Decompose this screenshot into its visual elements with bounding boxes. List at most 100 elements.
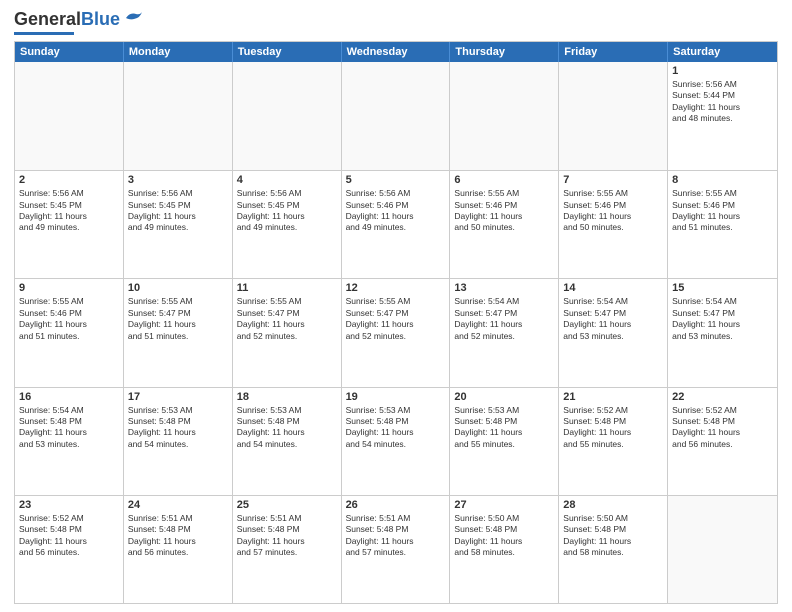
day-number: 5 [346, 174, 446, 186]
day-cell-2: 2Sunrise: 5:56 AMSunset: 5:45 PMDaylight… [15, 171, 124, 278]
day-cell-26: 26 Sunrise: 5:51 AMSunset: 5:48 PMDayligh… [342, 496, 451, 603]
day-cell-empty [450, 62, 559, 170]
day-cell-6: 6Sunrise: 5:55 AMSunset: 5:46 PMDaylight… [450, 171, 559, 278]
day-info: Sunrise: 5:54 AMSunset: 5:47 PMDaylight:… [454, 296, 554, 342]
weekday-header-monday: Monday [124, 42, 233, 62]
day-cell-10: 10 Sunrise: 5:55 AMSunset: 5:47 PMDayligh… [124, 279, 233, 386]
calendar-header: SundayMondayTuesdayWednesdayThursdayFrid… [15, 42, 777, 62]
day-number: 20 [454, 391, 554, 403]
day-number: 9 [19, 282, 119, 294]
weekday-header-sunday: Sunday [15, 42, 124, 62]
day-number: 1 [672, 65, 773, 77]
logo-bird-icon [122, 10, 144, 26]
day-info: Sunrise: 5:54 AMSunset: 5:48 PMDaylight:… [19, 405, 119, 451]
calendar-row-1: 1 Sunrise: 5:56 AMSunset: 5:44 PMDaylight… [15, 62, 777, 170]
day-number: 13 [454, 282, 554, 294]
day-info: Sunrise: 5:56 AMSunset: 5:45 PMDaylight:… [237, 188, 337, 234]
weekday-header-thursday: Thursday [450, 42, 559, 62]
day-cell-empty [559, 62, 668, 170]
day-cell-11: 11 Sunrise: 5:55 AMSunset: 5:47 PMDayligh… [233, 279, 342, 386]
day-number: 12 [346, 282, 446, 294]
day-cell-empty [124, 62, 233, 170]
weekday-header-saturday: Saturday [668, 42, 777, 62]
day-info: Sunrise: 5:50 AMSunset: 5:48 PMDaylight:… [563, 513, 663, 559]
weekday-header-wednesday: Wednesday [342, 42, 451, 62]
day-cell-17: 17 Sunrise: 5:53 AMSunset: 5:48 PMDayligh… [124, 388, 233, 495]
day-info: Sunrise: 5:52 AMSunset: 5:48 PMDaylight:… [672, 405, 773, 451]
day-info: Sunrise: 5:53 AMSunset: 5:48 PMDaylight:… [454, 405, 554, 451]
day-cell-28: 28 Sunrise: 5:50 AMSunset: 5:48 PMDayligh… [559, 496, 668, 603]
day-number: 2 [19, 174, 119, 186]
day-number: 16 [19, 391, 119, 403]
day-cell-22: 22 Sunrise: 5:52 AMSunset: 5:48 PMDayligh… [668, 388, 777, 495]
page: GeneralBlue SundayMondayTuesdayWednesday… [0, 0, 792, 612]
day-cell-7: 7 Sunrise: 5:55 AMSunset: 5:46 PMDaylight… [559, 171, 668, 278]
day-info: Sunrise: 5:55 AMSunset: 5:46 PMDaylight:… [19, 296, 119, 342]
day-number: 3 [128, 174, 228, 186]
weekday-header-friday: Friday [559, 42, 668, 62]
day-info: Sunrise: 5:54 AMSunset: 5:47 PMDaylight:… [672, 296, 773, 342]
day-number: 18 [237, 391, 337, 403]
day-number: 26 [346, 499, 446, 511]
day-info: Sunrise: 5:55 AMSunset: 5:47 PMDaylight:… [128, 296, 228, 342]
day-cell-15: 15 Sunrise: 5:54 AMSunset: 5:47 PMDayligh… [668, 279, 777, 386]
day-number: 7 [563, 174, 663, 186]
calendar-body: 1 Sunrise: 5:56 AMSunset: 5:44 PMDaylight… [15, 62, 777, 603]
day-cell-3: 3 Sunrise: 5:56 AMSunset: 5:45 PMDaylight… [124, 171, 233, 278]
day-info: Sunrise: 5:53 AMSunset: 5:48 PMDaylight:… [128, 405, 228, 451]
day-cell-14: 14 Sunrise: 5:54 AMSunset: 5:47 PMDayligh… [559, 279, 668, 386]
day-cell-27: 27 Sunrise: 5:50 AMSunset: 5:48 PMDayligh… [450, 496, 559, 603]
day-cell-20: 20 Sunrise: 5:53 AMSunset: 5:48 PMDayligh… [450, 388, 559, 495]
day-info: Sunrise: 5:52 AMSunset: 5:48 PMDaylight:… [563, 405, 663, 451]
day-info: Sunrise: 5:55 AMSunset: 5:46 PMDaylight:… [563, 188, 663, 234]
day-info: Sunrise: 5:52 AMSunset: 5:48 PMDaylight:… [19, 513, 119, 559]
header: GeneralBlue [14, 10, 778, 35]
calendar-row-4: 16 Sunrise: 5:54 AMSunset: 5:48 PMDayligh… [15, 387, 777, 495]
day-info: Sunrise: 5:56 AMSunset: 5:46 PMDaylight:… [346, 188, 446, 234]
day-cell-21: 21Sunrise: 5:52 AMSunset: 5:48 PMDayligh… [559, 388, 668, 495]
day-cell-5: 5 Sunrise: 5:56 AMSunset: 5:46 PMDaylight… [342, 171, 451, 278]
day-info: Sunrise: 5:54 AMSunset: 5:47 PMDaylight:… [563, 296, 663, 342]
logo-blue: Blue [81, 9, 120, 29]
logo-text: GeneralBlue [14, 10, 120, 30]
day-info: Sunrise: 5:55 AMSunset: 5:47 PMDaylight:… [237, 296, 337, 342]
day-cell-4: 4 Sunrise: 5:56 AMSunset: 5:45 PMDaylight… [233, 171, 342, 278]
day-info: Sunrise: 5:56 AMSunset: 5:45 PMDaylight:… [128, 188, 228, 234]
logo-underline [14, 32, 74, 35]
calendar-row-2: 2 Sunrise: 5:56 AMSunset: 5:45 PMDaylight… [15, 170, 777, 278]
day-cell-18: 18 Sunrise: 5:53 AMSunset: 5:48 PMDayligh… [233, 388, 342, 495]
day-number: 27 [454, 499, 554, 511]
day-number: 10 [128, 282, 228, 294]
day-info: Sunrise: 5:51 AMSunset: 5:48 PMDaylight:… [237, 513, 337, 559]
day-number: 8 [672, 174, 773, 186]
logo: GeneralBlue [14, 10, 144, 35]
day-cell-empty [233, 62, 342, 170]
day-info: Sunrise: 5:56 AMSunset: 5:44 PMDaylight:… [672, 79, 773, 125]
day-number: 15 [672, 282, 773, 294]
day-cell-13: 13 Sunrise: 5:54 AMSunset: 5:47 PMDayligh… [450, 279, 559, 386]
day-info: Sunrise: 5:53 AMSunset: 5:48 PMDaylight:… [237, 405, 337, 451]
day-info: Sunrise: 5:51 AMSunset: 5:48 PMDaylight:… [346, 513, 446, 559]
day-info: Sunrise: 5:53 AMSunset: 5:48 PMDaylight:… [346, 405, 446, 451]
day-cell-empty [668, 496, 777, 603]
day-info: Sunrise: 5:51 AMSunset: 5:48 PMDaylight:… [128, 513, 228, 559]
day-info: Sunrise: 5:55 AMSunset: 5:46 PMDaylight:… [672, 188, 773, 234]
day-number: 14 [563, 282, 663, 294]
calendar: SundayMondayTuesdayWednesdayThursdayFrid… [14, 41, 778, 604]
day-number: 17 [128, 391, 228, 403]
day-number: 22 [672, 391, 773, 403]
day-cell-16: 16 Sunrise: 5:54 AMSunset: 5:48 PMDayligh… [15, 388, 124, 495]
day-cell-19: 19 Sunrise: 5:53 AMSunset: 5:48 PMDayligh… [342, 388, 451, 495]
day-number: 28 [563, 499, 663, 511]
day-info: Sunrise: 5:50 AMSunset: 5:48 PMDaylight:… [454, 513, 554, 559]
day-number: 25 [237, 499, 337, 511]
calendar-row-5: 23Sunrise: 5:52 AMSunset: 5:48 PMDayligh… [15, 495, 777, 603]
day-cell-empty [342, 62, 451, 170]
day-cell-12: 12 Sunrise: 5:55 AMSunset: 5:47 PMDayligh… [342, 279, 451, 386]
day-info: Sunrise: 5:55 AMSunset: 5:47 PMDaylight:… [346, 296, 446, 342]
day-number: 11 [237, 282, 337, 294]
day-number: 4 [237, 174, 337, 186]
day-number: 19 [346, 391, 446, 403]
day-cell-9: 9 Sunrise: 5:55 AMSunset: 5:46 PMDaylight… [15, 279, 124, 386]
day-cell-empty [15, 62, 124, 170]
